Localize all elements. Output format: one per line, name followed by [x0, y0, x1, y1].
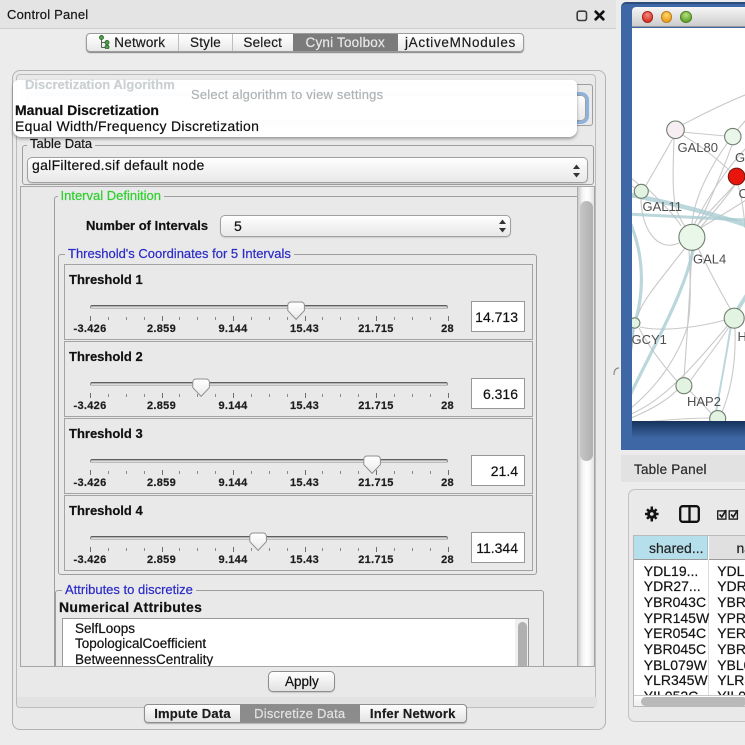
svg-text:GA: GA — [735, 150, 745, 165]
svg-text:GCY1: GCY1 — [632, 332, 667, 347]
svg-text:GAL80: GAL80 — [677, 140, 717, 155]
svg-text:H: H — [737, 329, 745, 344]
svg-text:HAP2: HAP2 — [687, 394, 721, 409]
svg-text:C: C — [738, 186, 745, 201]
svg-text:GAL11: GAL11 — [642, 199, 682, 214]
svg-text:GAL4: GAL4 — [693, 252, 726, 267]
